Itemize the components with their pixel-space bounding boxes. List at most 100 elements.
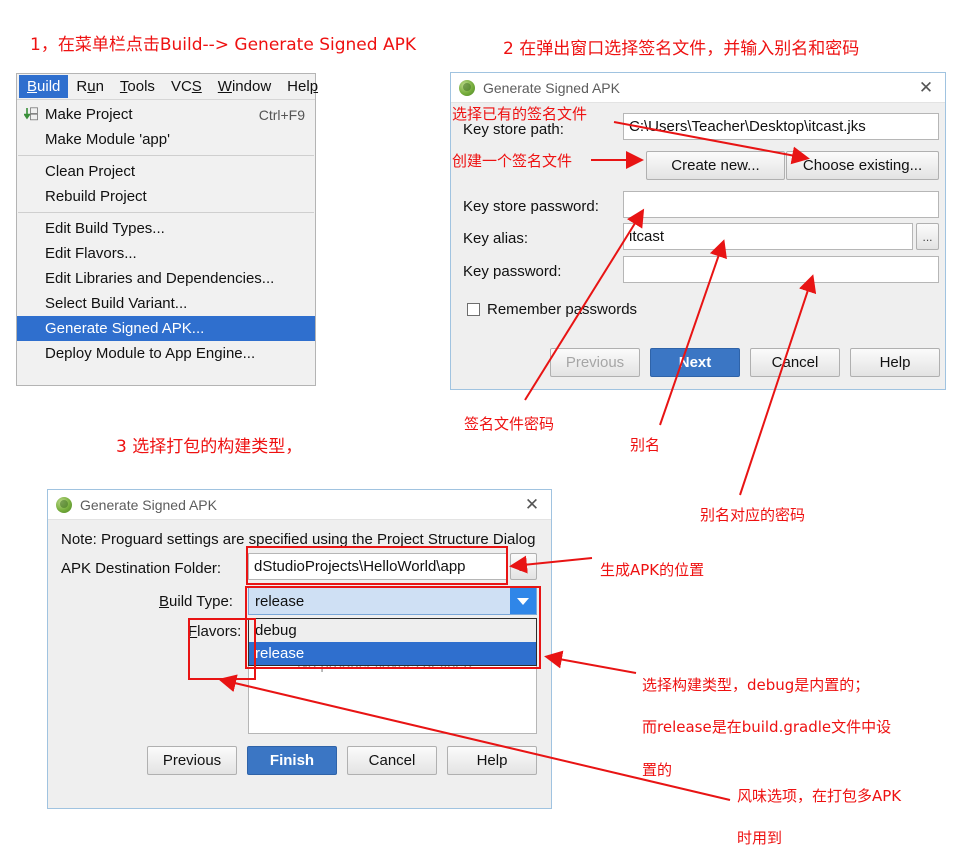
menu-item-select-build-variant[interactable]: Select Build Variant... [17, 291, 315, 316]
menu-item-label: Deploy Module to App Engine... [45, 345, 256, 362]
alias-annotation: 别名 [630, 436, 661, 454]
android-studio-icon [459, 79, 475, 96]
help-button[interactable]: Help [447, 746, 537, 775]
menu-item-label: Make Module 'app' [45, 131, 170, 148]
finish-label: Finish [269, 752, 315, 769]
menu-item-edit-libraries-and-dependencies[interactable]: Edit Libraries and Dependencies... [17, 266, 315, 291]
build-type-dropdown-popup[interactable]: debug release [248, 618, 537, 666]
apk-destination-folder-label: APK Destination Folder: [61, 560, 222, 577]
create-new-button[interactable]: Create new... [646, 151, 785, 180]
apk-destination-folder-input[interactable]: dStudioProjects\HelloWorld\app [248, 553, 507, 580]
key-alias-input[interactable]: itcast [623, 223, 913, 250]
build-type-annotation-line-1: 选择构建类型，debug是内置的； [642, 676, 870, 694]
close-icon[interactable]: ✕ [915, 79, 937, 96]
checkbox-box-icon [467, 303, 480, 316]
choose-existing-button[interactable]: Choose existing... [786, 151, 939, 180]
key-alias-browse-button[interactable]: ... [916, 223, 939, 250]
build-type-annotation-line-2: 而release是在build.gradle文件中设 [642, 718, 892, 737]
close-icon[interactable]: ✕ [521, 496, 543, 513]
finish-button[interactable]: Finish [247, 746, 337, 775]
menu-item-label: Select Build Variant... [45, 295, 188, 312]
dialog-title: Generate Signed APK [483, 79, 620, 96]
build-menu-panel: Build Run Tools VCS Window Help Make Pro… [16, 73, 318, 386]
step-3-annotation: 3 选择打包的构建类型， [116, 437, 303, 457]
alias-password-annotation: 别名对应的密码 [700, 506, 806, 524]
make-project-icon [23, 107, 38, 121]
menu-item-label: Edit Libraries and Dependencies... [45, 270, 275, 287]
next-label: Next [678, 354, 712, 371]
menu-bar-item-run[interactable]: Run [68, 75, 112, 98]
key-alias-browse-label: ... [922, 229, 933, 244]
menu-bar: Build Run Tools VCS Window Help [17, 74, 318, 100]
dialog-title: Generate Signed APK [80, 496, 217, 513]
menu-item-label: Rebuild Project [45, 188, 147, 205]
apk-destination-browse-label: ... [518, 559, 529, 574]
menu-item-clean-project[interactable]: Clean Project [17, 159, 315, 184]
build-type-annotation: 选择构建类型，debug是内置的； 而release是在build.gradle… [642, 675, 892, 779]
menu-bar-item-help[interactable]: Help [279, 75, 326, 98]
build-type-option-debug[interactable]: debug [249, 619, 536, 642]
keystore-path-input[interactable]: C:\Users\Teacher\Desktop\itcast.jks [623, 113, 939, 140]
keystore-password-input[interactable] [623, 191, 939, 218]
chevron-down-icon[interactable] [510, 588, 536, 614]
key-password-input[interactable] [623, 256, 939, 283]
dialog-title-bar: Generate Signed APK ✕ [451, 73, 945, 103]
build-type-value: release [255, 592, 305, 610]
menu-item-edit-flavors[interactable]: Edit Flavors... [17, 241, 315, 266]
generate-signed-apk-destination-dialog: Generate Signed APK ✕ Note: Proguard set… [47, 489, 552, 809]
menu-item-accel: Ctrl+F9 [258, 106, 305, 123]
menu-item-label: Edit Build Types... [45, 220, 165, 237]
android-studio-icon [56, 496, 72, 513]
menu-bar-item-tools[interactable]: Tools [112, 75, 163, 98]
menu-item-label: Clean Project [45, 163, 136, 180]
menu-item-rebuild-project[interactable]: Rebuild Project [17, 184, 315, 209]
flavors-label: Flavors: [188, 623, 242, 640]
menu-item-make-module-app[interactable]: Make Module 'app' [17, 127, 315, 152]
previous-button[interactable]: Previous [550, 348, 640, 377]
create-new-label: Create new... [671, 157, 760, 174]
menu-bar-item-build[interactable]: Build [19, 75, 69, 98]
menu-item-make-project[interactable]: Make Project Ctrl+F9 [17, 102, 315, 127]
step-2-annotation: 2 在弹出窗口选择签名文件，并输入别名和密码 [503, 39, 860, 59]
menu-bar-item-vcs[interactable]: VCS [163, 75, 210, 98]
remember-passwords-label: Remember passwords [487, 301, 638, 318]
apk-location-annotation: 生成APK的位置 [600, 561, 705, 579]
cancel-button[interactable]: Cancel [750, 348, 840, 377]
menu-item-label: Edit Flavors... [45, 245, 137, 262]
previous-label: Previous [565, 354, 625, 371]
cancel-button[interactable]: Cancel [347, 746, 437, 775]
flavors-annotation-line-1: 风味选项，在打包多APK [737, 787, 902, 805]
keystore-password-label: Key store password: [463, 198, 599, 215]
arrow-build-type [544, 650, 637, 674]
flavors-annotation: 风味选项，在打包多APK 时用到 [737, 786, 902, 847]
choose-existing-annotation: 选择已有的签名文件 [452, 105, 588, 123]
keystore-password-annotation: 签名文件密码 [464, 415, 555, 433]
menu-item-edit-build-types[interactable]: Edit Build Types... [17, 216, 315, 241]
cancel-label: Cancel [771, 354, 819, 371]
help-button[interactable]: Help [850, 348, 940, 377]
option-label: debug [255, 622, 297, 639]
build-menu-list: Make Project Ctrl+F9 Make Module 'app' C… [17, 100, 315, 366]
menu-item-generate-signed-apk[interactable]: Generate Signed APK... [17, 316, 315, 341]
key-password-label: Key password: [463, 263, 562, 280]
dialog-title-bar: Generate Signed APK ✕ [48, 490, 551, 520]
build-type-label: Build Type: [159, 593, 233, 610]
previous-label: Previous [162, 752, 222, 769]
build-type-annotation-line-3: 置的 [642, 760, 673, 779]
step-1-annotation: 1，在菜单栏点击Build--> Generate Signed APK [30, 35, 416, 55]
build-type-option-release[interactable]: release [249, 642, 536, 665]
menu-item-label: Generate Signed APK... [45, 320, 205, 337]
previous-button[interactable]: Previous [147, 746, 237, 775]
menu-separator [18, 155, 314, 156]
remember-passwords-checkbox[interactable]: Remember passwords [467, 301, 637, 318]
create-new-annotation: 创建一个签名文件 [452, 152, 573, 170]
apk-destination-browse-button[interactable]: ... [510, 553, 537, 580]
menu-bar-item-window[interactable]: Window [210, 75, 279, 98]
next-button[interactable]: Next [650, 348, 740, 377]
help-label: Help [476, 752, 508, 769]
key-alias-label: Key alias: [463, 230, 529, 247]
menu-item-deploy-module-to-app-engine[interactable]: Deploy Module to App Engine... [17, 341, 315, 366]
option-label: release [255, 645, 305, 662]
choose-existing-label: Choose existing... [802, 157, 923, 174]
build-type-combobox[interactable]: release [248, 587, 537, 615]
